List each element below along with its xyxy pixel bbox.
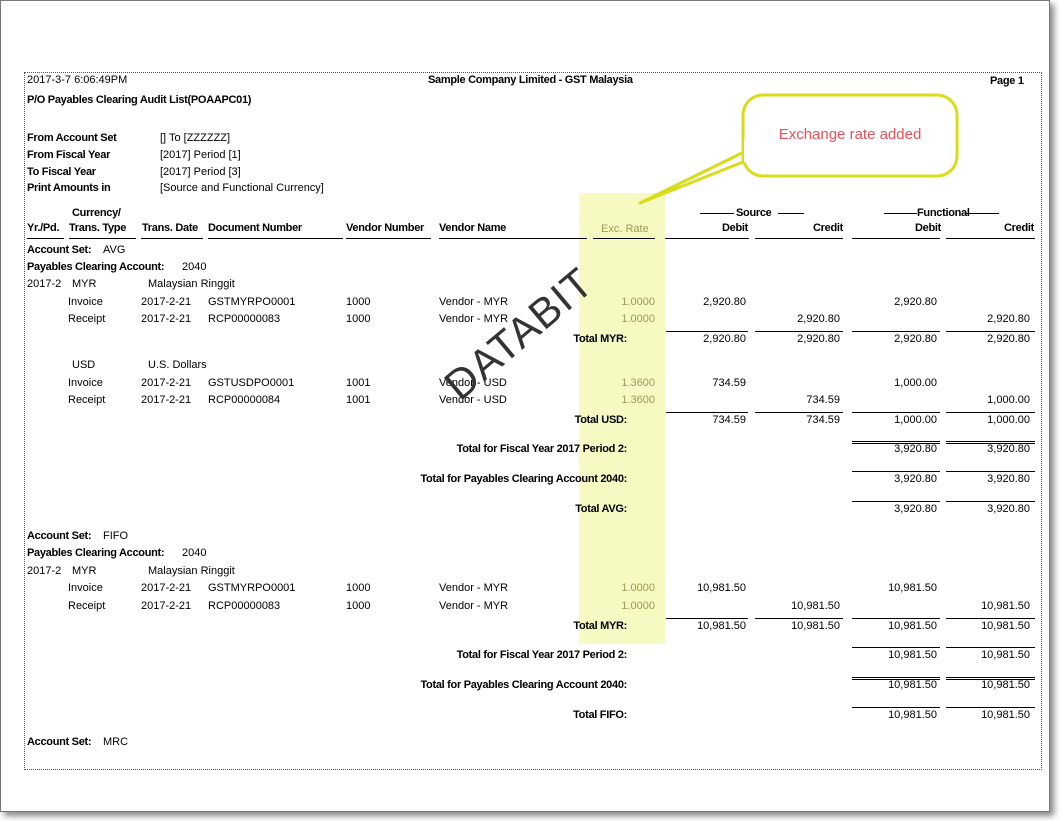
callout-pointer: [638, 148, 750, 205]
callout: [638, 93, 959, 205]
callout-text: Exchange rate added: [778, 126, 922, 143]
